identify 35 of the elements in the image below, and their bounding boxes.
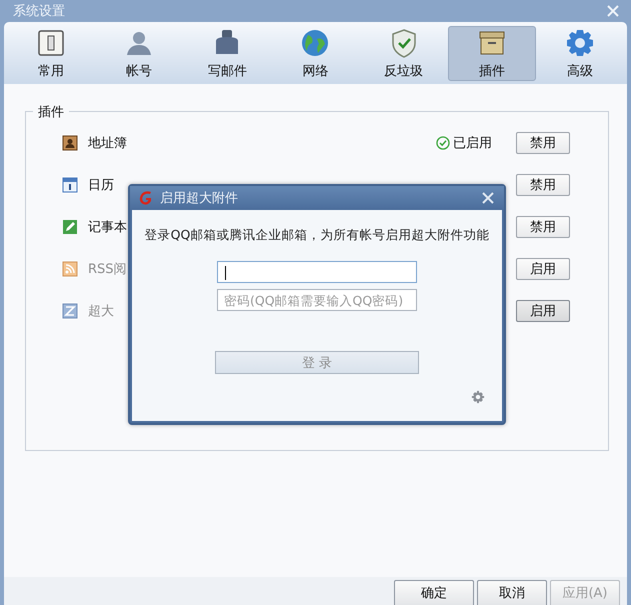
plugin-name: 日历 xyxy=(88,177,114,194)
rss-icon xyxy=(62,261,78,277)
close-icon[interactable] xyxy=(482,192,494,204)
close-icon[interactable] xyxy=(607,5,619,17)
dialog-message: 登录QQ邮箱或腾讯企业邮箱，为所有帐号启用超大附件功能 xyxy=(144,227,490,244)
toolbar-tab[interactable]: 写邮件 xyxy=(183,26,272,81)
pencil-icon xyxy=(62,219,78,235)
toolbar-tab[interactable]: 高级 xyxy=(536,26,624,81)
app-logo-icon xyxy=(138,190,154,206)
toolbar-tab[interactable]: 网络 xyxy=(271,26,360,81)
toggle-button[interactable]: 启用 xyxy=(516,258,570,280)
toggle-button[interactable]: 禁用 xyxy=(516,216,570,238)
status-text: 已启用 xyxy=(453,135,492,152)
toggle-button[interactable]: 启用 xyxy=(516,300,570,322)
calendar-icon xyxy=(62,177,78,193)
toggle-button[interactable]: 禁用 xyxy=(516,132,570,154)
toolbar-tab[interactable]: 插件 xyxy=(448,26,536,81)
toggle-button[interactable]: 禁用 xyxy=(516,174,570,196)
password-field[interactable]: 密码(QQ邮箱需要输入QQ密码) xyxy=(217,289,417,311)
toolbar-tab[interactable]: 帐号 xyxy=(95,26,184,81)
footer-button[interactable]: 取消 xyxy=(477,580,547,605)
settings-icon[interactable] xyxy=(471,390,485,404)
plugin-name: 地址簿 xyxy=(88,135,127,152)
toolbar-tab[interactable]: 反垃圾 xyxy=(360,26,448,81)
plugin-name: 超大 xyxy=(88,303,114,320)
window-title: 系统设置 xyxy=(13,3,65,20)
contact-card-icon xyxy=(62,135,78,151)
check-circle-icon xyxy=(436,136,450,150)
plugin-name: 记事本 xyxy=(88,219,127,236)
account-field[interactable] xyxy=(217,261,417,283)
group-title: 插件 xyxy=(33,103,69,121)
dialog-title: 启用超大附件 xyxy=(160,190,239,207)
toolbar-tab[interactable]: 常用 xyxy=(7,26,96,81)
footer-button[interactable]: 确定 xyxy=(394,580,474,605)
plugin-name: RSS阅 xyxy=(88,261,127,278)
